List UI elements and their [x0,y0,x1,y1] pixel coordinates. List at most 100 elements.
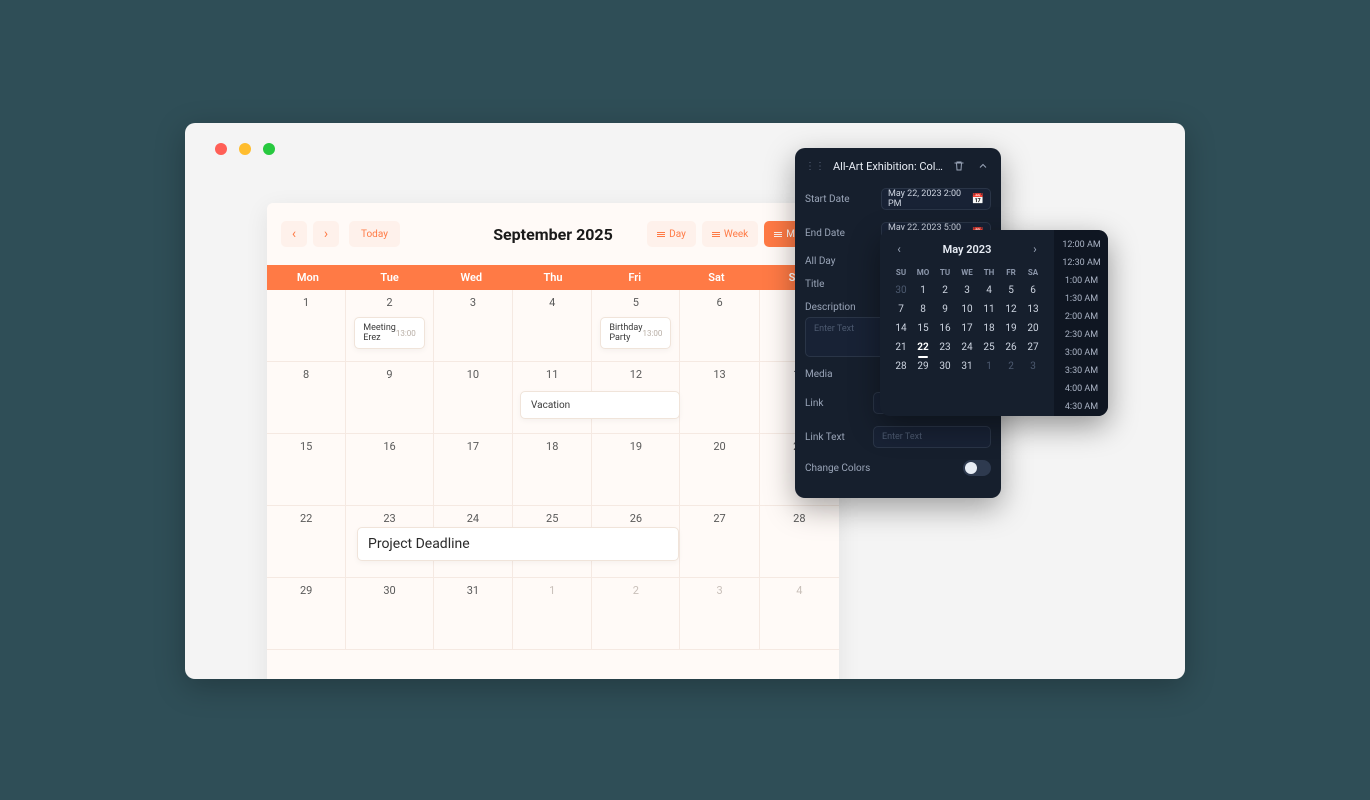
traffic-yellow[interactable] [239,143,251,155]
day-cell[interactable]: 22 [267,506,346,578]
day-cell[interactable]: 4 [513,290,592,362]
mini-day-cell[interactable]: 7 [890,300,912,319]
time-option[interactable]: 1:00 AM [1055,272,1108,290]
day-cell[interactable]: 20 [680,434,759,506]
mini-day-cell[interactable]: 25 [978,338,1000,357]
mini-day-cell[interactable]: 2 [1000,357,1022,376]
time-option[interactable]: 3:30 AM [1055,362,1108,380]
day-cell[interactable]: 2 Meeting Erez13:00 [346,290,433,362]
day-cell[interactable]: 28 [760,506,839,578]
mini-day-cell[interactable]: 3 [1022,357,1044,376]
mini-day-cell[interactable]: 26 [1000,338,1022,357]
mini-day-cell[interactable]: 5 [1000,281,1022,300]
day-cell[interactable]: 3 [680,578,759,650]
day-cell[interactable]: 29 [267,578,346,650]
day-number: 2 [354,296,424,309]
traffic-green[interactable] [263,143,275,155]
day-cell[interactable]: 16 [346,434,433,506]
mini-dow-cell: WE [956,266,978,281]
mini-day-cell[interactable]: 29 [912,357,934,376]
event-meeting[interactable]: Meeting Erez13:00 [354,317,424,349]
view-day-button[interactable]: Day [647,221,696,247]
traffic-red[interactable] [215,143,227,155]
mini-day-cell[interactable]: 14 [890,319,912,338]
day-cell[interactable]: 31 [434,578,513,650]
mini-day-cell[interactable]: 1 [978,357,1000,376]
time-option[interactable]: 4:00 AM [1055,380,1108,398]
mini-day-cell[interactable]: 13 [1022,300,1044,319]
time-option[interactable]: 1:30 AM [1055,290,1108,308]
day-cell[interactable]: 5Birthday Party13:00 [592,290,680,362]
mini-day-cell[interactable]: 2 [934,281,956,300]
mini-day-cell[interactable]: 31 [956,357,978,376]
day-number: 4 [521,296,583,309]
delete-icon[interactable] [951,158,967,174]
mini-day-cell[interactable]: 17 [956,319,978,338]
day-cell[interactable]: 1 [267,290,346,362]
event-birthday[interactable]: Birthday Party13:00 [600,317,671,349]
day-cell[interactable]: 6 [680,290,759,362]
mini-day-cell[interactable]: 3 [956,281,978,300]
day-cell[interactable]: 10 [434,362,513,434]
event-project-deadline[interactable]: Project Deadline [357,527,679,561]
day-cell[interactable]: 15 [267,434,346,506]
mini-day-cell[interactable]: 21 [890,338,912,357]
day-cell[interactable]: 27 [680,506,759,578]
mini-day-cell[interactable]: 10 [956,300,978,319]
prev-month-button[interactable]: ‹ [281,221,307,247]
day-cell[interactable]: 9 [346,362,433,434]
day-cell[interactable]: 30 [346,578,433,650]
mini-day-cell[interactable]: 15 [912,319,934,338]
day-number: 31 [442,584,504,597]
dow-cell: Sat [676,265,758,290]
day-cell[interactable]: 3 [434,290,513,362]
mini-day-cell[interactable]: 9 [934,300,956,319]
next-month-button[interactable]: › [313,221,339,247]
drag-handle-icon[interactable]: ⋮⋮ [805,161,825,172]
day-cell[interactable]: 2 [592,578,680,650]
today-button[interactable]: Today [349,221,400,247]
time-option[interactable]: 3:00 AM [1055,344,1108,362]
mini-day-cell[interactable]: 16 [934,319,956,338]
time-option[interactable]: 2:00 AM [1055,308,1108,326]
day-cell[interactable]: 4 [760,578,839,650]
day-cell[interactable]: 1 [513,578,592,650]
mini-day-cell[interactable]: 19 [1000,319,1022,338]
mini-day-cell[interactable]: 12 [1000,300,1022,319]
mini-day-cell[interactable]: 4 [978,281,1000,300]
day-cell[interactable]: 19 [592,434,680,506]
mini-day-cell[interactable]: 1 [912,281,934,300]
mini-day-cell[interactable]: 20 [1022,319,1044,338]
mini-day-cell[interactable]: 23 [934,338,956,357]
mini-day-cell[interactable]: 27 [1022,338,1044,357]
mini-day-cell[interactable]: 6 [1022,281,1044,300]
mini-day-cell[interactable]: 28 [890,357,912,376]
mini-dow-cell: TH [978,266,1000,281]
mini-day-cell[interactable]: 22 [912,338,934,357]
day-number: 27 [688,512,750,525]
day-cell[interactable]: 8 [267,362,346,434]
mini-day-cell[interactable]: 30 [890,281,912,300]
start-date-field[interactable]: May 22, 2023 2:00 PM 📅 [881,188,991,210]
mini-day-cell[interactable]: 24 [956,338,978,357]
mini-day-cell[interactable]: 30 [934,357,956,376]
link-text-input[interactable] [873,426,991,448]
day-cell[interactable]: 13 [680,362,759,434]
time-option[interactable]: 2:30 AM [1055,326,1108,344]
time-option[interactable]: 4:30 AM [1055,398,1108,416]
event-vacation[interactable]: Vacation [520,391,680,419]
view-week-button[interactable]: Week [702,221,758,247]
time-option[interactable]: 12:30 AM [1055,254,1108,272]
day-cell[interactable]: 18 [513,434,592,506]
time-list[interactable]: 12:00 AM12:30 AM1:00 AM1:30 AM2:00 AM2:3… [1054,230,1108,416]
mini-prev-button[interactable]: ‹ [890,240,908,258]
collapse-icon[interactable] [975,158,991,174]
mini-day-cell[interactable]: 8 [912,300,934,319]
change-colors-toggle[interactable] [963,460,991,476]
time-option[interactable]: 12:00 AM [1055,236,1108,254]
day-number: 1 [275,296,337,309]
mini-next-button[interactable]: › [1026,240,1044,258]
day-cell[interactable]: 17 [434,434,513,506]
mini-day-cell[interactable]: 11 [978,300,1000,319]
mini-day-cell[interactable]: 18 [978,319,1000,338]
